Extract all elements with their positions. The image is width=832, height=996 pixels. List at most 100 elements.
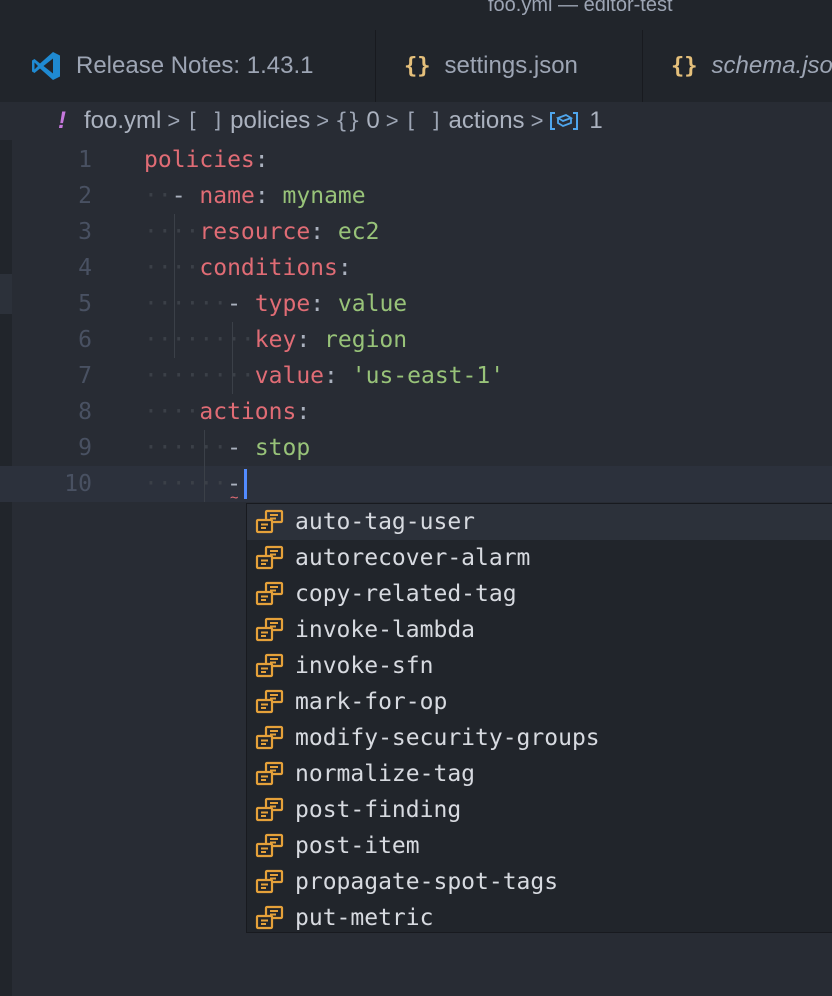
line-content: ····actions: — [144, 399, 311, 425]
line-number: 6 — [78, 327, 92, 353]
enum-value-icon — [255, 797, 285, 823]
error-squiggle: ~ — [230, 490, 239, 506]
breadcrumb-chevron-icon: > — [167, 108, 181, 133]
line-number: 4 — [78, 255, 92, 281]
suggestion-label: post-item — [295, 833, 420, 859]
colon: : — [310, 219, 325, 245]
code-line: 5 ······- type: value — [0, 286, 832, 322]
enum-value-icon — [255, 545, 285, 571]
window-title: foo.yml — editor-test — [488, 0, 673, 16]
breadcrumb: ! foo.yml > [ ] policies > {} 0 > [ ] ac… — [0, 102, 832, 140]
line-number: 2 — [78, 183, 92, 209]
suggestion-item[interactable]: normalize-tag — [247, 756, 832, 792]
suggestion-label: normalize-tag — [295, 761, 476, 787]
json-braces-icon: {} — [671, 53, 698, 79]
code-line: 4 ····conditions: — [0, 250, 832, 286]
array-icon: [ ] — [404, 109, 443, 133]
tab-schema-json[interactable]: {} schema.json — [643, 30, 832, 102]
yaml-key: name — [199, 183, 255, 209]
line-content: ······- — [144, 471, 241, 497]
line-number: 1 — [78, 147, 92, 173]
code-line: 3 ····resource: ec2 — [0, 214, 832, 250]
breadcrumb-item-0[interactable]: 0 — [366, 107, 379, 135]
line-number: 5 — [78, 291, 92, 317]
breadcrumb-chevron-icon: > — [385, 108, 399, 133]
enum-value-icon — [255, 761, 285, 787]
yaml-key: actions — [199, 399, 297, 425]
enum-value-icon — [255, 617, 285, 643]
breadcrumb-chevron-icon: > — [530, 108, 544, 133]
line-number: 10 — [64, 471, 92, 497]
enum-value-icon — [255, 653, 285, 679]
array-icon: [ ] — [186, 109, 225, 133]
tab-bar: Release Notes: 1.43.1 {} settings.json {… — [0, 22, 832, 102]
suggestion-item[interactable]: put-metric — [247, 900, 832, 932]
line-content: ········value: 'us-east-1' — [144, 363, 505, 389]
suggestion-item[interactable]: auto-tag-user — [247, 504, 832, 540]
suggestion-label: mark-for-op — [295, 689, 448, 715]
line-content: ······- type: value — [144, 291, 408, 317]
line-content: policies: — [144, 142, 269, 178]
indent-guide — [232, 322, 233, 394]
enum-value-icon — [255, 869, 285, 895]
suggestion-label: put-metric — [295, 905, 434, 931]
suggestion-label: copy-related-tag — [295, 581, 517, 607]
tab-release-notes[interactable]: Release Notes: 1.43.1 — [0, 30, 376, 102]
tab-settings-json[interactable]: {} settings.json — [376, 30, 643, 102]
code-line: 6 ········key: region — [0, 322, 832, 358]
line-number: 3 — [78, 219, 92, 245]
code-line: 1 policies: — [0, 142, 832, 178]
suggestion-item[interactable]: post-item — [247, 828, 832, 864]
enum-value-icon — [255, 509, 285, 535]
yaml-key: policies — [144, 147, 255, 173]
suggestion-item[interactable]: invoke-lambda — [247, 612, 832, 648]
indent-guide — [204, 430, 205, 502]
enum-value-icon — [255, 689, 285, 715]
suggestion-label: invoke-sfn — [295, 653, 434, 679]
yaml-value: myname — [282, 183, 366, 209]
suggestion-item[interactable]: autorecover-alarm — [247, 540, 832, 576]
line-number: 9 — [78, 435, 92, 461]
text-cursor — [244, 469, 247, 499]
yaml-key: resource — [199, 219, 311, 245]
line-content: ····resource: ec2 — [144, 219, 380, 245]
suggestion-item[interactable]: copy-related-tag — [247, 576, 832, 612]
line-content: ······- stop — [144, 435, 311, 461]
yaml-key: type — [254, 291, 311, 317]
suggestion-item[interactable]: mark-for-op — [247, 684, 832, 720]
breadcrumb-file[interactable]: foo.yml — [84, 107, 161, 135]
line-number: 7 — [78, 363, 92, 389]
suggestion-item[interactable]: modify-security-groups — [247, 720, 832, 756]
code-line: 2 ··- name: myname — [0, 178, 832, 214]
breadcrumb-item-actions[interactable]: actions — [449, 107, 525, 135]
tab-label: settings.json — [444, 52, 578, 79]
colon: : — [296, 327, 311, 353]
suggestion-label: propagate-spot-tags — [295, 869, 559, 895]
title-bar: foo.yml — editor-test — [0, 0, 832, 22]
list-dash: - — [227, 291, 241, 317]
suggestion-widget[interactable]: auto-tag-user autorecover-alarm copy-relat… — [246, 503, 832, 933]
colon: : — [337, 255, 352, 281]
yaml-value: value — [337, 291, 408, 317]
colon: : — [254, 183, 269, 209]
json-braces-icon: {} — [404, 53, 431, 79]
colon: : — [296, 399, 311, 425]
yaml-value: stop — [254, 435, 311, 461]
suggestion-label: post-finding — [295, 797, 462, 823]
colon: : — [310, 291, 325, 317]
suggestion-item[interactable]: propagate-spot-tags — [247, 864, 832, 900]
code-line-current: 10 ······- — [0, 466, 832, 502]
line-content: ··- name: myname — [144, 183, 366, 209]
tab-label: Release Notes: 1.43.1 — [76, 52, 314, 79]
breadcrumb-item-policies[interactable]: policies — [230, 107, 310, 135]
suggestion-label: modify-security-groups — [295, 725, 600, 751]
suggestion-item[interactable]: invoke-sfn — [247, 648, 832, 684]
list-dash: - — [171, 183, 186, 209]
suggestion-label: auto-tag-user — [295, 509, 476, 535]
object-icon: {} — [335, 109, 361, 133]
indent-guide — [174, 214, 175, 358]
code-line: 7 ········value: 'us-east-1' — [0, 358, 832, 394]
suggestion-item[interactable]: post-finding — [247, 792, 832, 828]
breadcrumb-item-1[interactable]: 1 — [589, 107, 602, 135]
yaml-value: 'us-east-1' — [351, 363, 505, 389]
